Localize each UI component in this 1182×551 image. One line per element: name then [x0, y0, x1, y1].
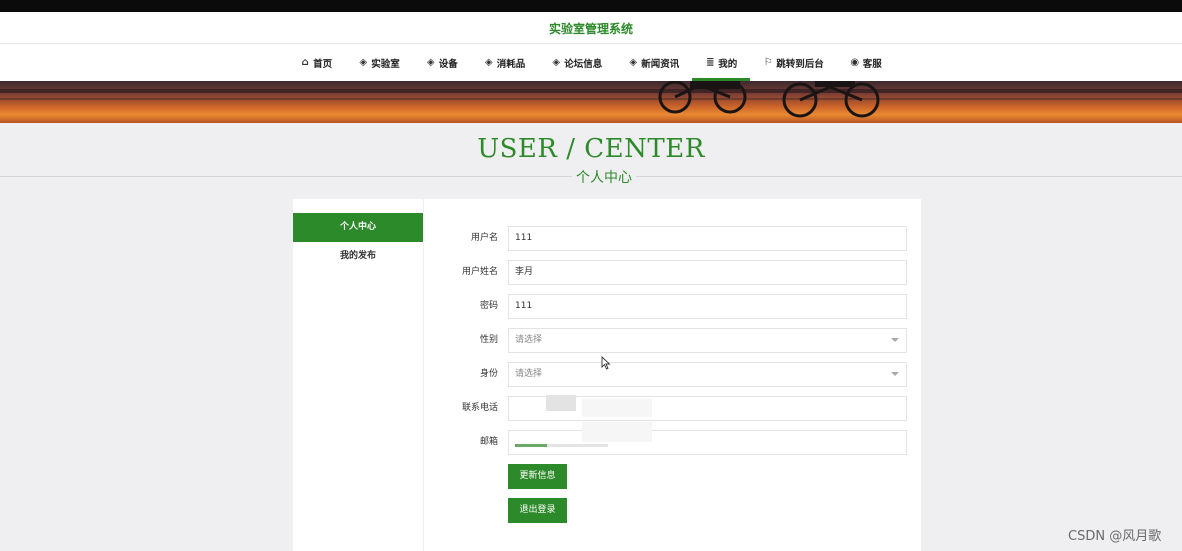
realname-label: 用户姓名: [461, 267, 498, 277]
sidebar-item-my-posts[interactable]: 我的发布: [293, 242, 423, 271]
email-label: 邮箱: [479, 437, 498, 447]
nav-item-label: 客服: [862, 58, 882, 70]
phone-label: 联系电话: [461, 403, 498, 413]
form-row-realname: 用户姓名 李月: [424, 260, 921, 285]
form-row-phone: 联系电话: [424, 395, 921, 421]
sidebar-item-user-center[interactable]: 个人中心: [293, 213, 423, 242]
cube-icon: ◈: [629, 56, 638, 68]
mouse-cursor-icon: [601, 356, 611, 370]
form-row-gender: 性别 请选择: [424, 328, 921, 353]
nav-item-label: 跳转到后台: [776, 58, 824, 70]
nav-item-news[interactable]: ◈ 新闻资讯: [615, 44, 692, 81]
chat-icon: ◉: [850, 56, 860, 68]
identity-label: 身份: [479, 369, 498, 379]
redaction-blur: [582, 422, 652, 442]
gender-label: 性别: [479, 335, 498, 345]
chevron-down-icon: [891, 372, 899, 376]
chevron-down-icon: [891, 338, 899, 342]
home-icon: ⌂: [301, 56, 309, 68]
identity-select[interactable]: 请选择: [508, 362, 907, 387]
nav-item-forum[interactable]: ◈ 论坛信息: [538, 44, 615, 81]
nav-item-consumables[interactable]: ◈ 消耗品: [471, 44, 539, 81]
password-input[interactable]: 111: [508, 294, 907, 319]
sidebar: 个人中心 我的发布: [293, 199, 423, 551]
nav-item-label: 论坛信息: [564, 58, 603, 70]
main-nav: ⌂ 首页 ◈ 实验室 ◈ 设备 ◈ 消耗品 ◈ 论坛信息 ◈ 新闻资讯 ≣ 我的 ⚐ 跳转到后台…: [0, 44, 1182, 81]
cube-icon: ◈: [426, 56, 435, 68]
nav-item-home[interactable]: ⌂ 首页: [287, 44, 345, 81]
banner-image: [0, 81, 1182, 123]
nav-item-service[interactable]: ◉ 客服: [837, 44, 895, 81]
nav-item-lab[interactable]: ◈ 实验室: [345, 44, 413, 81]
form-row-password: 密码 111: [424, 294, 921, 319]
redaction-blur: [515, 444, 608, 447]
email-input[interactable]: [508, 430, 907, 455]
nav-item-label: 首页: [313, 58, 333, 70]
window-top-bar: [0, 0, 1182, 12]
page-title: USER / CENTER: [477, 134, 705, 164]
cyclists-silhouette: [658, 81, 880, 118]
gender-select[interactable]: 请选择: [508, 328, 907, 353]
realname-input[interactable]: 李月: [508, 260, 907, 285]
username-input[interactable]: 111: [508, 226, 907, 251]
nav-item-equipment[interactable]: ◈ 设备: [413, 44, 471, 81]
identity-select-value: 请选择: [515, 369, 543, 379]
form-row-identity: 身份 请选择: [424, 362, 921, 387]
password-label: 密码: [479, 301, 498, 311]
site-header: 实验室管理系统: [0, 12, 1182, 44]
page-subtitle: 个人中心: [572, 167, 636, 187]
nav-item-label: 消耗品: [496, 58, 526, 70]
nav-item-label: 设备: [438, 58, 458, 70]
logout-button[interactable]: 退出登录: [508, 498, 567, 523]
nav-item-label: 实验室: [371, 58, 400, 70]
profile-form: 用户名 111 用户姓名 李月 密码 111 性别 请选择 身份 请选择 联系电…: [424, 199, 921, 551]
nav-item-label: 我的: [718, 58, 738, 70]
flag-icon: ⚐: [763, 56, 773, 68]
form-row-username: 用户名 111: [424, 226, 921, 251]
nav-item-admin[interactable]: ⚐ 跳转到后台: [750, 44, 837, 81]
gender-select-value: 请选择: [515, 335, 543, 345]
cube-icon: ◈: [484, 56, 493, 68]
redaction-blur: [546, 395, 576, 411]
cube-icon: ◈: [359, 56, 368, 68]
form-row-email: 邮箱: [424, 422, 921, 455]
nav-item-mine[interactable]: ≣ 我的: [692, 44, 751, 81]
username-label: 用户名: [470, 233, 498, 243]
cube-icon: ◈: [552, 56, 561, 68]
site-title: 实验室管理系统: [548, 22, 633, 36]
nav-item-label: 新闻资讯: [641, 58, 680, 70]
redaction-blur: [582, 399, 652, 417]
update-info-button[interactable]: 更新信息: [508, 464, 567, 489]
watermark: CSDN @风月歌: [1068, 529, 1162, 544]
list-icon: ≣: [706, 56, 715, 68]
